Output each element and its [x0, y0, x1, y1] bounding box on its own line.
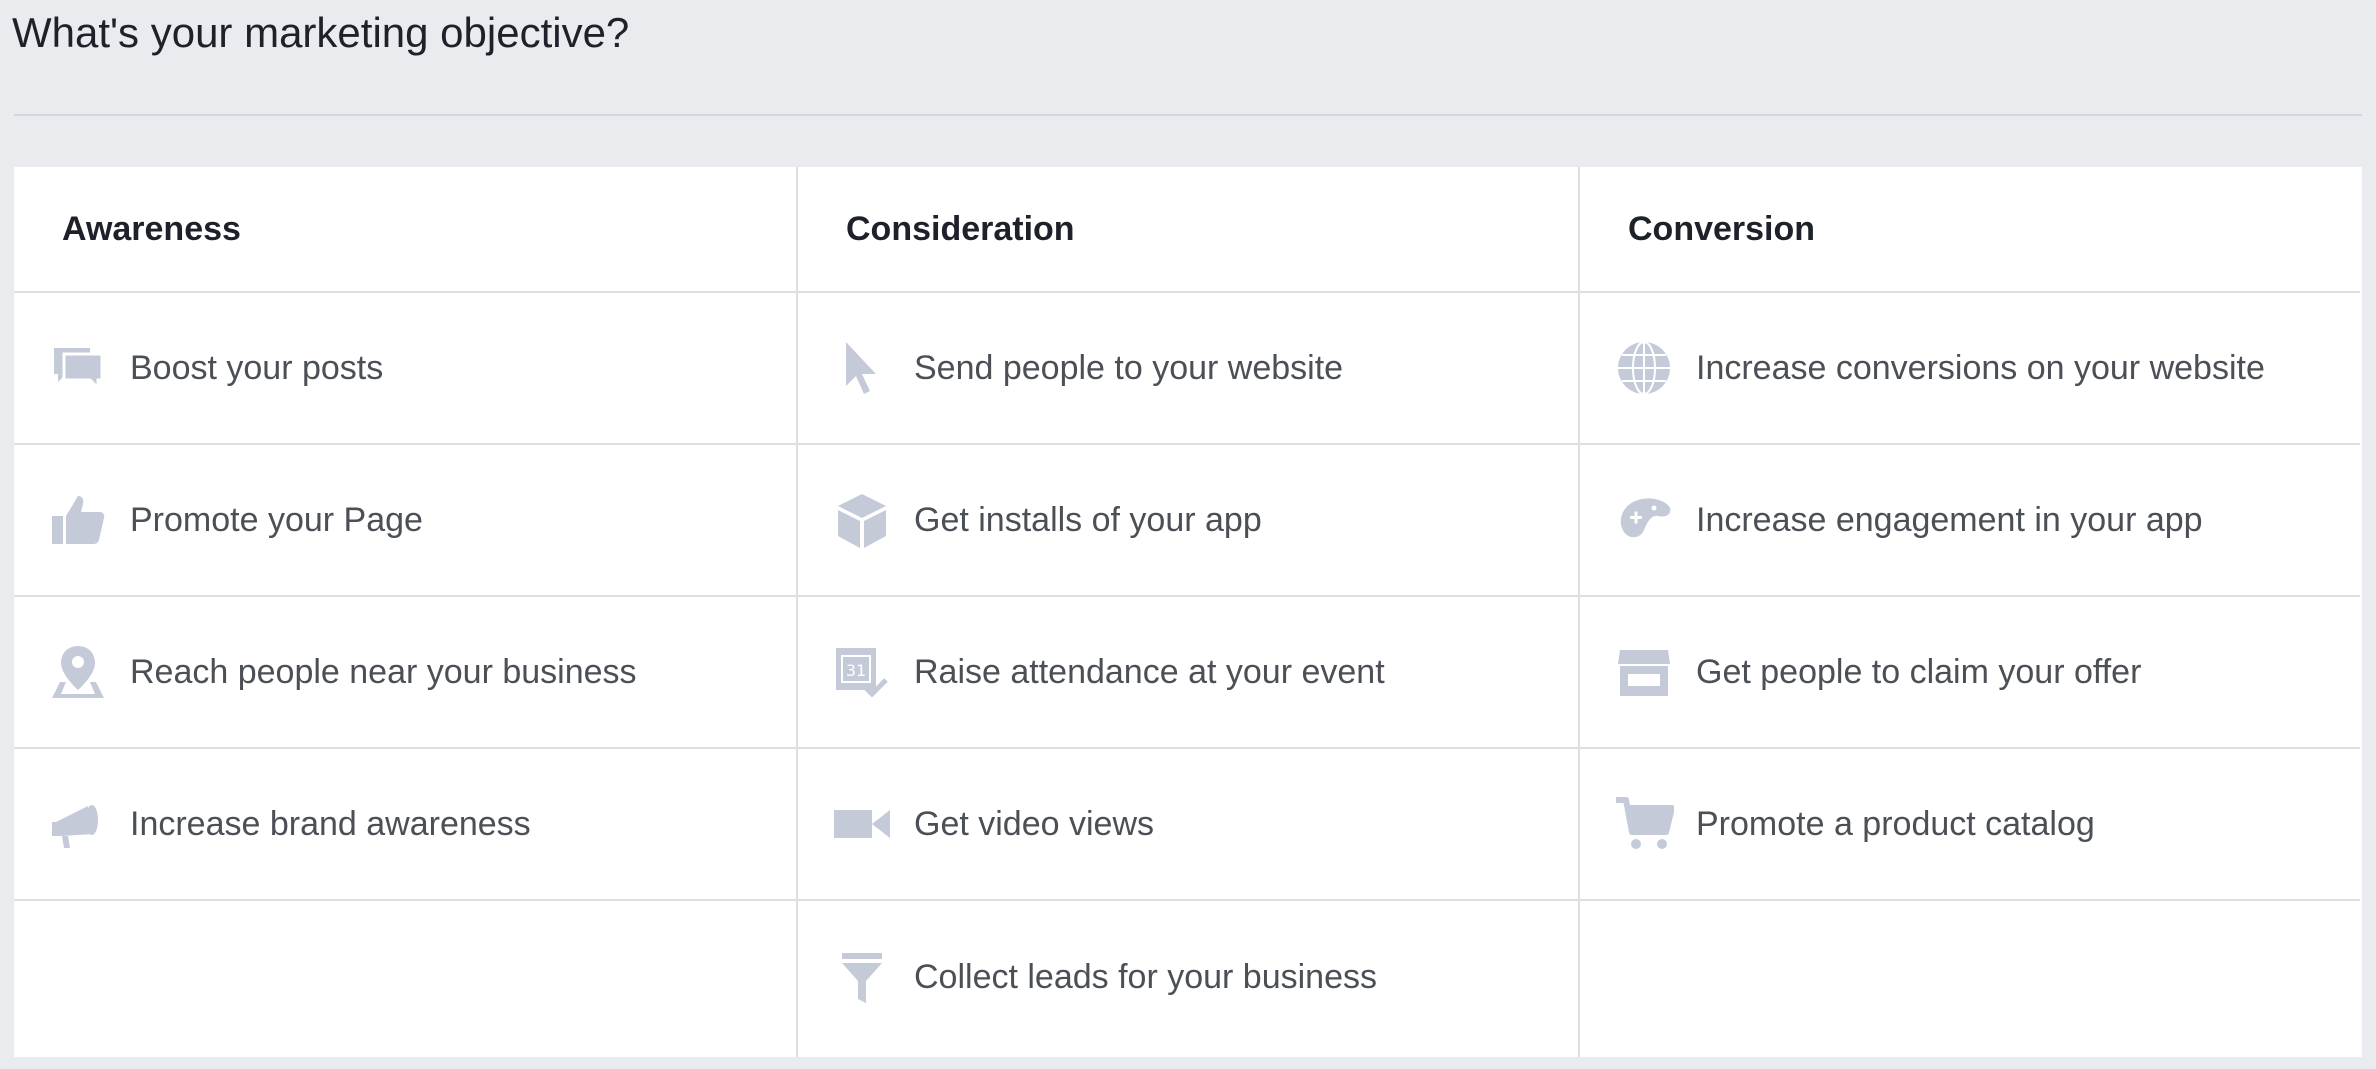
video-camera-icon — [832, 794, 892, 854]
objective-lead-generation[interactable]: Collect leads for your business — [798, 901, 1578, 1053]
objective-brand-awareness[interactable]: Increase brand awareness — [14, 749, 796, 901]
objective-label: Increase engagement in your app — [1696, 500, 2203, 539]
thumbs-up-icon — [48, 490, 108, 550]
cursor-icon — [832, 338, 892, 398]
objective-label: Boost your posts — [130, 348, 384, 387]
objective-label: Promote your Page — [130, 500, 423, 539]
objective-label: Get video views — [914, 804, 1154, 843]
objective-boost-posts[interactable]: Boost your posts — [14, 293, 796, 445]
objective-catalog-sales[interactable]: Promote a product catalog — [1580, 749, 2360, 901]
objective-app-installs[interactable]: Get installs of your app — [798, 445, 1578, 597]
column-consideration: Consideration Send people to your websit… — [796, 167, 1578, 1057]
objective-conversions[interactable]: Increase conversions on your website — [1580, 293, 2360, 445]
objective-reach-local[interactable]: Reach people near your business — [14, 597, 796, 749]
objective-app-engagement[interactable]: Increase engagement in your app — [1580, 445, 2360, 597]
comments-icon — [48, 338, 108, 398]
calendar-icon: 31 — [832, 642, 892, 702]
title-divider — [14, 114, 2362, 116]
objective-event-responses[interactable]: 31 Raise attendance at your event — [798, 597, 1578, 749]
funnel-icon — [832, 947, 892, 1007]
objective-grid: Awareness Boost your posts Promote your … — [14, 167, 2362, 1057]
shopping-cart-icon — [1614, 794, 1674, 854]
box-icon — [832, 490, 892, 550]
objective-website-traffic[interactable]: Send people to your website — [798, 293, 1578, 445]
empty-cell — [14, 901, 796, 1053]
column-conversion: Conversion Increase conversions on your … — [1578, 167, 2360, 1057]
objective-label: Raise attendance at your event — [914, 652, 1385, 691]
objective-offer-claims[interactable]: Get people to claim your offer — [1580, 597, 2360, 749]
objective-video-views[interactable]: Get video views — [798, 749, 1578, 901]
column-header-consideration: Consideration — [798, 167, 1578, 293]
objective-label: Increase conversions on your website — [1696, 348, 2265, 387]
page-title: What's your marketing objective? — [12, 9, 630, 56]
objective-label: Promote a product catalog — [1696, 804, 2095, 843]
column-header-conversion: Conversion — [1580, 167, 2360, 293]
objective-label: Collect leads for your business — [914, 957, 1378, 996]
storefront-icon — [1614, 642, 1674, 702]
objective-label: Get people to claim your offer — [1696, 652, 2142, 691]
objective-label: Get installs of your app — [914, 500, 1262, 539]
objective-label: Send people to your website — [914, 348, 1344, 387]
game-controller-icon — [1614, 490, 1674, 550]
objective-label: Reach people near your business — [130, 652, 637, 691]
column-header-awareness: Awareness — [14, 167, 796, 293]
objective-promote-page[interactable]: Promote your Page — [14, 445, 796, 597]
column-awareness: Awareness Boost your posts Promote your … — [14, 167, 796, 1057]
megaphone-icon — [48, 794, 108, 854]
globe-icon — [1614, 338, 1674, 398]
objective-label: Increase brand awareness — [130, 804, 531, 843]
empty-cell — [1580, 901, 2360, 1053]
map-pin-icon — [48, 642, 108, 702]
svg-text:31: 31 — [846, 661, 866, 680]
